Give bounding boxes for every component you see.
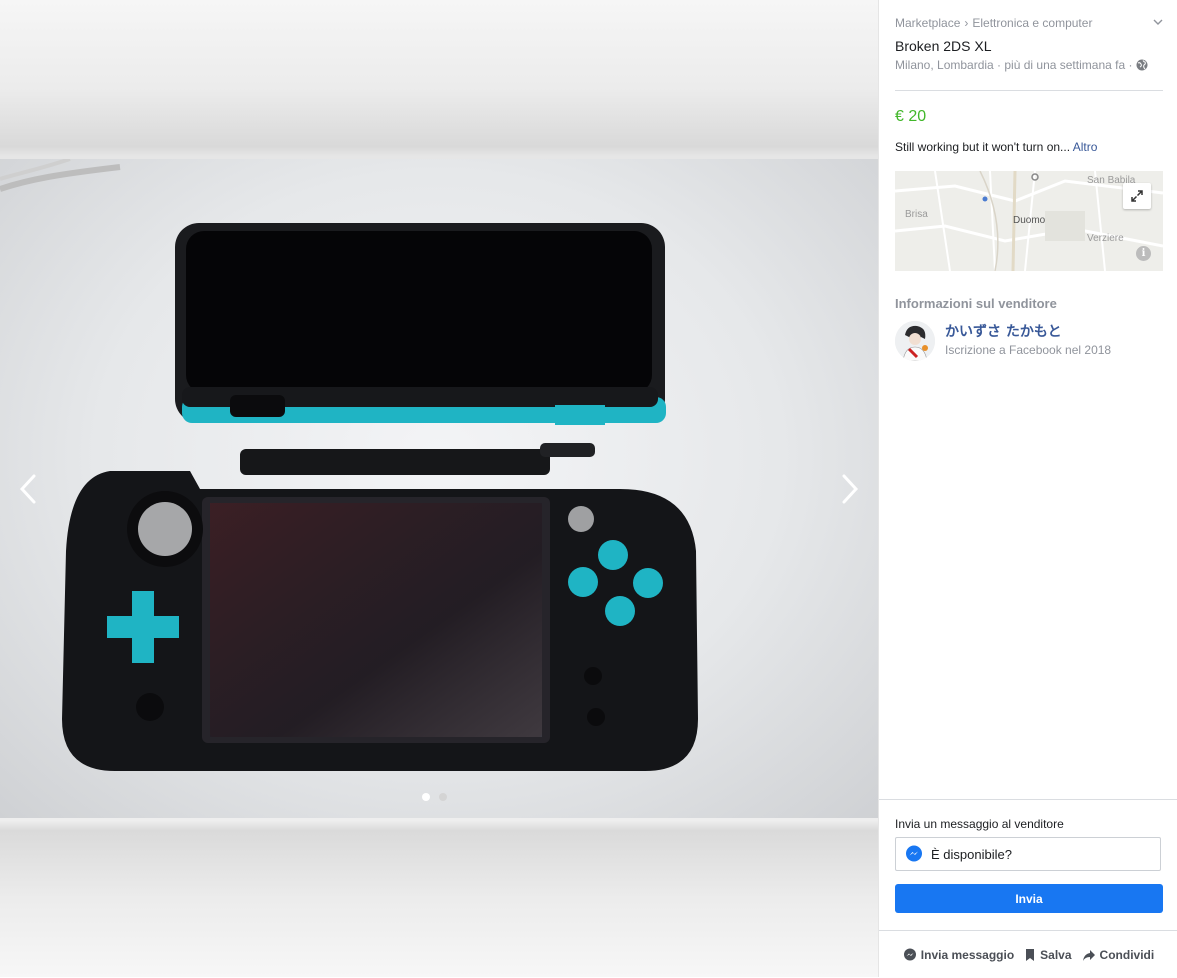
seller-joined-date: Iscrizione a Facebook nel 2018 — [945, 343, 1112, 357]
globe-icon — [1136, 59, 1148, 71]
map-label: Verziere — [1087, 233, 1124, 244]
chevron-right-icon — [842, 474, 859, 504]
listing-title: Broken 2DS XL — [895, 38, 992, 54]
breadcrumb-marketplace[interactable]: Marketplace — [895, 16, 960, 30]
map-label: Brisa — [905, 209, 928, 220]
map-info-icon[interactable]: i — [1136, 246, 1151, 261]
messenger-icon — [903, 948, 916, 960]
listing-price: € 20 — [895, 108, 927, 125]
send-message-button[interactable]: Invia — [895, 884, 1163, 913]
send-message-action[interactable]: Invia messaggio — [903, 948, 1014, 962]
description-text: Still working but it won't turn on... — [895, 140, 1071, 154]
message-field[interactable] — [895, 837, 1161, 871]
pager-dot[interactable] — [422, 793, 430, 801]
photo-pager — [422, 793, 447, 801]
share-action[interactable]: Condividi — [1082, 947, 1155, 962]
description-more-link[interactable]: Altro — [1073, 140, 1098, 154]
seller-name-link[interactable]: かいずさ たかもと — [945, 321, 1062, 341]
bookmark-icon — [1026, 948, 1035, 961]
breadcrumb-separator: › — [964, 16, 969, 30]
breadcrumb: Marketplace › Elettronica e computer — [895, 16, 1092, 30]
save-action[interactable]: Salva — [1024, 947, 1072, 962]
map-label: Duomo — [1013, 215, 1046, 226]
save-label: Salva — [1040, 947, 1072, 962]
share-label: Condividi — [1099, 947, 1155, 962]
pager-dot[interactable] — [439, 793, 447, 801]
next-photo-button[interactable] — [832, 472, 866, 506]
messenger-icon — [906, 845, 922, 862]
listing-panel: Marketplace › Elettronica e computer Bro… — [878, 0, 1177, 977]
seller-section-heading: Informazioni sul venditore — [895, 296, 1057, 311]
listing-description: Still working but it won't turn on... Al… — [895, 140, 1097, 154]
chevron-down-icon[interactable] — [1151, 15, 1165, 29]
photo-viewer — [0, 0, 878, 977]
seller-avatar[interactable] — [895, 321, 935, 361]
share-icon — [1082, 949, 1095, 961]
send-message-label: Invia messaggio — [920, 947, 1015, 962]
previous-photo-button[interactable] — [12, 472, 46, 506]
expand-icon — [1131, 190, 1143, 202]
location-map[interactable]: San Babila Bo Brisa Duomo Verziere i — [895, 171, 1163, 271]
divider — [895, 90, 1163, 91]
listing-meta: Milano, Lombardia · più di una settimana… — [895, 58, 1148, 72]
chevron-left-icon — [19, 474, 36, 504]
listing-photo — [0, 159, 878, 818]
message-seller-section: Invia un messaggio al venditore Invia — [879, 799, 1177, 931]
listing-location-time: Milano, Lombardia · più di una settimana… — [895, 58, 1133, 72]
breadcrumb-category[interactable]: Elettronica e computer — [972, 16, 1092, 30]
expand-map-button[interactable] — [1123, 183, 1151, 209]
listing-actions: Invia messaggio Salva Condividi — [879, 930, 1177, 978]
message-seller-label: Invia un messaggio al venditore — [895, 817, 1064, 831]
message-input[interactable] — [931, 846, 1151, 862]
